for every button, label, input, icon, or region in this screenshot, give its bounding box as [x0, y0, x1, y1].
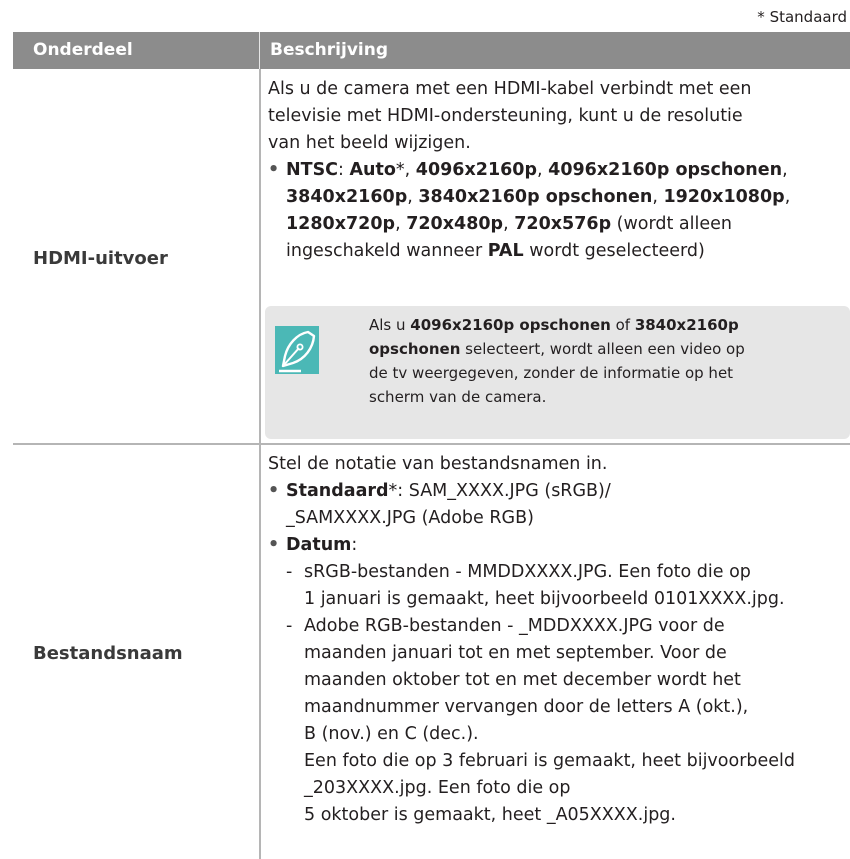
sub-item-srgb: - sRGB-bestanden - MMDDXXXX.JPG. Een fot…: [286, 559, 846, 613]
note-line: scherm van de camera.: [369, 388, 547, 406]
hdmi-description: Als u de camera met een HDMI-kabel verbi…: [268, 76, 752, 157]
dash-marker: -: [286, 616, 293, 636]
note-option: 4096x2160p opschonen: [410, 316, 611, 334]
bullet-text: NTSC: Auto*, 4096x2160p, 4096x2160p opsc…: [286, 160, 791, 261]
note-box: Als u 4096x2160p opschonen of 3840x2160p…: [265, 306, 850, 439]
standard-legend: * Standaard: [757, 8, 847, 26]
bullet-text: Datum:: [286, 532, 357, 559]
separator: *,: [395, 160, 416, 180]
column-header-item: Onderdeel: [33, 40, 133, 60]
note-fragment: of: [610, 316, 635, 334]
sub-line: B (nov.) en C (dec.).: [304, 724, 479, 744]
option: 720x480p: [406, 214, 504, 234]
note-line: de tv weergegeven, zonder de informatie …: [369, 364, 734, 382]
note-option: opschonen: [369, 340, 461, 358]
date-bullet: • Datum:: [268, 532, 848, 559]
option-auto: Auto: [349, 160, 396, 180]
column-header-description: Beschrijving: [270, 40, 389, 60]
note-text: (wordt alleen: [611, 214, 732, 234]
column-divider: [259, 69, 261, 859]
standard-label: Standaard: [286, 481, 389, 501]
separator: ,: [503, 214, 515, 234]
description-line: van het beeld wijzigen.: [268, 133, 471, 153]
standard-value: *: SAM_XXXX.JPG (sRGB)/: [388, 481, 611, 501]
sub-line: Een foto die op 3 februari is gemaakt, h…: [304, 751, 796, 771]
sub-text: Adobe RGB-bestanden - _MDDXXXX.JPG voor …: [304, 613, 795, 829]
ntsc-label: NTSC: [286, 160, 339, 180]
option: 4096x2160p opschonen: [548, 160, 783, 180]
option: 3840x2160p: [286, 187, 408, 207]
bullet-dot: •: [268, 481, 280, 501]
pal-label: PAL: [487, 241, 524, 261]
option: 1920x1080p: [663, 187, 785, 207]
row-item-filename: Bestandsnaam: [33, 643, 183, 664]
header-divider: [259, 32, 260, 69]
option: 4096x2160p: [415, 160, 538, 180]
note-fragment: Als u: [369, 316, 411, 334]
sub-line: Adobe RGB-bestanden - _MDDXXXX.JPG voor …: [304, 616, 725, 636]
option: 1280x720p: [286, 214, 396, 234]
separator: ,: [395, 214, 407, 234]
sub-line: _203XXXX.jpg. Een foto die op: [304, 778, 571, 798]
bullet-dot: •: [268, 160, 280, 180]
sub-line: 1 januari is gemaakt, heet bijvoorbeeld …: [304, 589, 785, 609]
bullet-text: Standaard*: SAM_XXXX.JPG (sRGB)/ _SAMXXX…: [286, 478, 611, 532]
sub-text: sRGB-bestanden - MMDDXXXX.JPG. Een foto …: [304, 559, 785, 613]
sub-line: maanden januari tot en met september. Vo…: [304, 643, 727, 663]
bullet-dot: •: [268, 535, 280, 555]
option: 720x576p: [514, 214, 612, 234]
sub-item-adobe-rgb: - Adobe RGB-bestanden - _MDDXXXX.JPG voo…: [286, 613, 846, 829]
description-line: televisie met HDMI-ondersteuning, kunt u…: [268, 106, 743, 126]
dash-marker: -: [286, 562, 293, 582]
sub-line: sRGB-bestanden - MMDDXXXX.JPG. Een foto …: [304, 562, 751, 582]
standard-value-line: _SAMXXXX.JPG (Adobe RGB): [286, 508, 534, 528]
row-item-hdmi: HDMI-uitvoer: [33, 248, 168, 269]
ntsc-bullet: • NTSC: Auto*, 4096x2160p, 4096x2160p op…: [268, 157, 848, 267]
separator: ,: [537, 160, 549, 180]
separator: ,: [784, 187, 791, 207]
filename-intro: Stel de notatie van bestandsnamen in.: [268, 454, 608, 474]
note-fragment: selecteert, wordt alleen een video op: [460, 340, 745, 358]
sub-line: maanden oktober tot en met december word…: [304, 670, 741, 690]
standard-bullet: • Standaard*: SAM_XXXX.JPG (sRGB)/ _SAMX…: [268, 478, 848, 532]
note-text: ingeschakeld wanneer: [286, 241, 488, 261]
date-colon: :: [351, 535, 358, 555]
sub-line: maandnummer vervangen door de letters A …: [304, 697, 749, 717]
separator: ,: [652, 187, 664, 207]
pen-nib-icon: [275, 326, 319, 374]
row-divider: [13, 443, 850, 445]
separator: ,: [407, 187, 419, 207]
description-line: Als u de camera met een HDMI-kabel verbi…: [268, 79, 752, 99]
sub-line: 5 oktober is gemaakt, heet _A05XXXX.jpg.: [304, 805, 676, 825]
separator: ,: [782, 160, 788, 180]
note-text: wordt geselecteerd): [523, 241, 705, 261]
option: 3840x2160p opschonen: [418, 187, 653, 207]
table-header: Onderdeel Beschrijving: [13, 32, 850, 69]
note-option: 3840x2160p: [634, 316, 739, 334]
note-text: Als u 4096x2160p opschonen of 3840x2160p…: [369, 313, 745, 409]
date-label: Datum: [286, 535, 352, 555]
